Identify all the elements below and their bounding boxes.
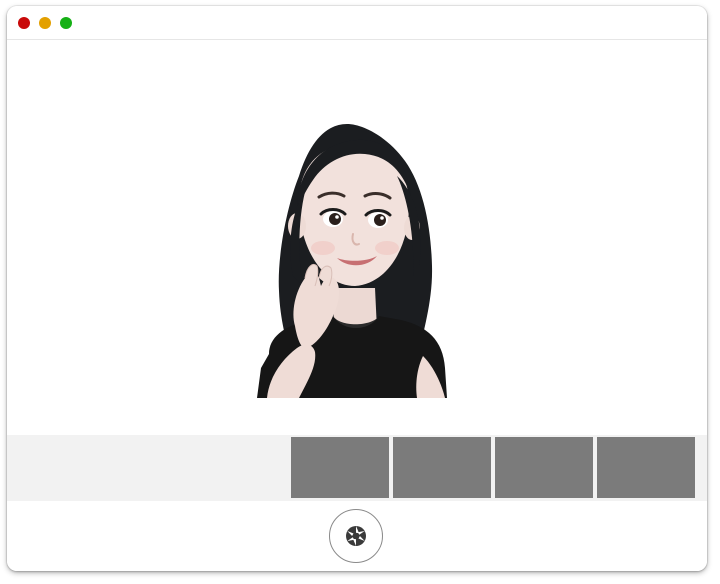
memoji-avatar <box>257 124 447 398</box>
photo-thumbnail[interactable] <box>393 437 491 498</box>
zoom-button[interactable] <box>60 17 72 29</box>
take-photo-button[interactable] <box>329 509 383 563</box>
photo-thumbnail[interactable] <box>291 437 389 498</box>
close-button[interactable] <box>18 17 30 29</box>
photo-thumbnail[interactable] <box>597 437 695 498</box>
camera-aperture-icon <box>346 526 366 546</box>
photo-thumbnail[interactable] <box>495 437 593 498</box>
minimize-button[interactable] <box>39 17 51 29</box>
photo-strip <box>7 435 707 501</box>
bottom-toolbar <box>7 501 707 571</box>
photo-booth-window <box>7 6 707 571</box>
camera-preview <box>7 40 707 435</box>
title-bar <box>7 6 707 40</box>
